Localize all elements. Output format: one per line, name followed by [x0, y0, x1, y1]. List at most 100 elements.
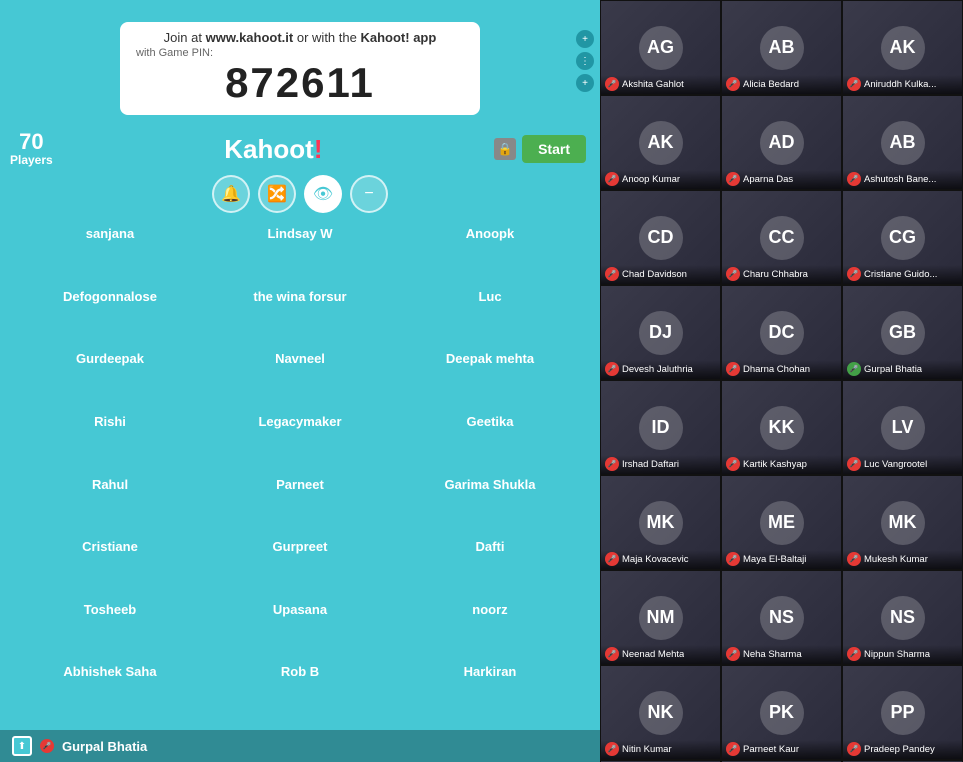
avatar: ID [639, 406, 683, 450]
participant-name: Kartik Kashyap [743, 459, 807, 470]
video-grid: AGAkshita Gahlot AB Alicia Bedard AK Anirudd… [600, 0, 963, 762]
video-cell: PK Parneet Kaur [721, 665, 842, 760]
video-cell: MKMukesh Kumar [842, 475, 963, 570]
random-icon[interactable]: 🔀 [258, 175, 296, 213]
participant-name: Devesh Jaluthria [622, 364, 693, 375]
video-name-tag: Mukesh Kumar [843, 550, 962, 569]
participant-name: Parneet Kaur [743, 744, 799, 755]
dot-btn-2[interactable]: ⋮ [576, 52, 594, 70]
kahoot-header: 70 Players Kahoot! 🔒 Start [0, 127, 600, 171]
avatar: CC [760, 216, 804, 260]
player-name-item: Luc [396, 288, 584, 347]
mic-muted-icon [847, 647, 861, 661]
video-cell: NK Nitin Kumar [600, 665, 721, 760]
video-cell: NS Nippun Sharma [842, 570, 963, 665]
mic-muted-icon [847, 267, 861, 281]
mic-muted-icon [847, 172, 861, 186]
participant-name: Mukesh Kumar [864, 554, 928, 565]
avatar: PK [760, 691, 804, 735]
join-instructions: Join at www.kahoot.it or with the Kahoot… [136, 30, 464, 45]
player-name-item: Geetika [396, 413, 584, 472]
banner-controls[interactable]: + ⋮ + [576, 30, 594, 92]
video-cell: CCCharu Chhabra [721, 190, 842, 285]
video-name-tag: Dharna Chohan [722, 360, 841, 379]
participant-name: Gurpal Bhatia [864, 364, 922, 375]
mic-muted-icon [726, 172, 740, 186]
video-cell: CDChad Davidson [600, 190, 721, 285]
video-cell: AK Aniruddh Kulka... [842, 0, 963, 95]
avatar: AK [881, 26, 925, 70]
video-cell: ADAparna Das [721, 95, 842, 190]
mic-muted-icon [847, 457, 861, 471]
participant-name: Anoop Kumar [622, 174, 680, 185]
dot-btn-3[interactable]: + [576, 74, 594, 92]
start-lock-area: 🔒 Start [494, 135, 586, 163]
video-name-tag: Anoop Kumar [601, 170, 720, 189]
participant-name: Neenad Mehta [622, 649, 684, 660]
player-name-item: Lindsay W [206, 225, 394, 284]
player-name-item: Rob B [206, 663, 394, 722]
video-cell: AGAkshita Gahlot [600, 0, 721, 95]
player-name-item: Anoopk [396, 225, 584, 284]
mic-muted-icon [605, 457, 619, 471]
video-cell: NS Neha Sharma [721, 570, 842, 665]
avatar: NS [760, 596, 804, 640]
players-label: Players [10, 153, 53, 167]
avatar: GB [881, 311, 925, 355]
avatar: PP [881, 691, 925, 735]
participant-name: Maya El-Baltaji [743, 554, 806, 565]
player-name-item: Upasana [206, 601, 394, 660]
avatar: KK [760, 406, 804, 450]
participant-name: Aniruddh Kulka... [864, 79, 936, 90]
avatar: CG [881, 216, 925, 260]
mic-muted-icon [605, 172, 619, 186]
avatar: AB [881, 121, 925, 165]
video-name-tag: Nitin Kumar [601, 740, 720, 759]
participant-name: Luc Vangrootel [864, 459, 927, 470]
avatar: NS [881, 596, 925, 640]
participant-name: Irshad Daftari [622, 459, 679, 470]
player-name-item: noorz [396, 601, 584, 660]
video-name-tag: Maja Kovacevic [601, 550, 720, 569]
mic-muted-icon [847, 742, 861, 756]
avatar: NK [639, 691, 683, 735]
kahoot-logo: Kahoot! [63, 134, 484, 165]
player-name-item: Parneet [206, 476, 394, 535]
player-name-item: Navneel [206, 350, 394, 409]
avatar: CD [639, 216, 683, 260]
participant-name: Nippun Sharma [864, 649, 930, 660]
avatar: AG [639, 26, 683, 70]
mic-muted-icon [605, 362, 619, 376]
player-name-item: Gurdeepak [16, 350, 204, 409]
kahoot-logo-text: Kahoot! [224, 134, 322, 164]
dot-btn-1[interactable]: + [576, 30, 594, 48]
bell-icon[interactable]: 🔔 [212, 175, 250, 213]
player-name-item: sanjana [16, 225, 204, 284]
players-count: 70 [10, 131, 53, 153]
participant-name: Neha Sharma [743, 649, 802, 660]
kahoot-panel: Join at www.kahoot.it or with the Kahoot… [0, 0, 600, 762]
avatar: DC [760, 311, 804, 355]
minus-icon[interactable]: − [350, 175, 388, 213]
video-name-tag: Parneet Kaur [722, 740, 841, 759]
video-cell: MKMaja Kovacevic [600, 475, 721, 570]
video-name-tag: Pradeep Pandey [843, 740, 962, 759]
start-button[interactable]: Start [522, 135, 586, 163]
mic-muted-icon [726, 362, 740, 376]
player-name-item: Rahul [16, 476, 204, 535]
bottom-username: Gurpal Bhatia [62, 739, 147, 754]
eye-icon[interactable]: 👁 [304, 175, 342, 213]
screen-share-icon: ⬆ [12, 736, 32, 756]
participant-name: Pradeep Pandey [864, 744, 935, 755]
mic-muted-icon [605, 742, 619, 756]
mic-muted-icon [726, 742, 740, 756]
participant-name: Alicia Bedard [743, 79, 799, 90]
video-cell: LVLuc Vangrootel [842, 380, 963, 475]
player-name-item: Deepak mehta [396, 350, 584, 409]
participant-name: Ashutosh Bane... [864, 174, 936, 185]
video-name-tag: Maya El-Baltaji [722, 550, 841, 569]
video-cell: ID Irshad Daftari [600, 380, 721, 475]
join-banner: Join at www.kahoot.it or with the Kahoot… [120, 22, 480, 115]
participant-name: Dharna Chohan [743, 364, 810, 375]
video-name-tag: Neenad Mehta [601, 645, 720, 664]
